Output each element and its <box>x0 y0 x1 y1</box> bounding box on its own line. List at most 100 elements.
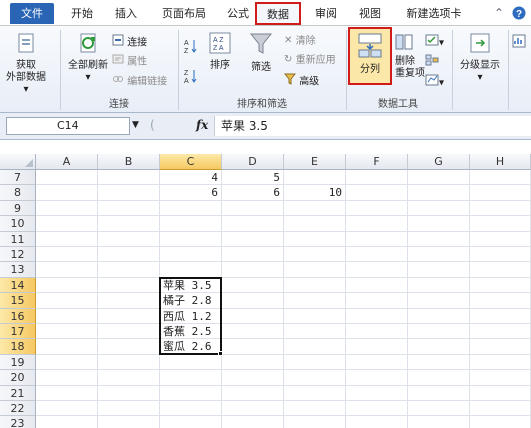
cell-a19[interactable] <box>36 354 98 371</box>
cell-d8[interactable]: 6 <box>222 185 284 201</box>
cell-b21[interactable] <box>98 385 160 401</box>
worksheet[interactable]: ABCDEFGH 7 4 5 8 6 6 10 9 10 11 12 13 14 苹果 3.5 15 橘子 2… <box>0 140 531 428</box>
cell-b10[interactable] <box>98 216 160 232</box>
cell-e20[interactable] <box>284 370 346 386</box>
data-validation-button[interactable]: ▾ <box>425 34 444 49</box>
cell-a10[interactable] <box>36 216 98 232</box>
cell-e11[interactable] <box>284 231 346 247</box>
select-all-corner[interactable] <box>0 154 36 170</box>
cell-c16[interactable]: 西瓜 1.2 <box>160 308 222 324</box>
cell-e13[interactable] <box>284 262 346 278</box>
cell-e10[interactable] <box>284 216 346 232</box>
properties-button[interactable]: 属性 <box>112 53 147 68</box>
cell-f13[interactable] <box>346 262 408 278</box>
cell-a8[interactable] <box>36 185 98 201</box>
cell-f10[interactable] <box>346 216 408 232</box>
cell-h15[interactable] <box>470 293 531 309</box>
cell-a9[interactable] <box>36 200 98 217</box>
cell-h11[interactable] <box>470 231 531 247</box>
cell-a16[interactable] <box>36 308 98 324</box>
cell-b11[interactable] <box>98 231 160 247</box>
cell-f8[interactable] <box>346 185 408 201</box>
cell-c17[interactable]: 香蕉 2.5 <box>160 324 222 340</box>
cell-g14[interactable] <box>408 277 470 294</box>
cell-h16[interactable] <box>470 308 531 324</box>
cell-d10[interactable] <box>222 216 284 232</box>
tab-new-tab[interactable]: 新建选项卡 <box>398 3 470 24</box>
row-header[interactable]: 16 <box>0 308 36 324</box>
cell-d16[interactable] <box>222 308 284 324</box>
cell-c23[interactable] <box>160 416 222 428</box>
cell-h20[interactable] <box>470 370 531 386</box>
cell-g20[interactable] <box>408 370 470 386</box>
sort-descending-button[interactable]: ZA <box>184 68 198 85</box>
refresh-all-button[interactable]: 全部刷新 ▾ <box>66 32 110 84</box>
cell-e16[interactable] <box>284 308 346 324</box>
cell-h17[interactable] <box>470 324 531 340</box>
help-icon[interactable]: ? <box>512 6 526 23</box>
cell-f17[interactable] <box>346 324 408 340</box>
consolidate-button[interactable] <box>425 54 439 68</box>
column-header-a[interactable]: A <box>36 154 98 170</box>
cell-b20[interactable] <box>98 370 160 386</box>
column-header-f[interactable]: F <box>346 154 408 170</box>
cell-f11[interactable] <box>346 231 408 247</box>
cell-a21[interactable] <box>36 385 98 401</box>
minimize-ribbon-icon[interactable]: ⌃ <box>494 6 504 20</box>
cell-e19[interactable] <box>284 354 346 371</box>
insert-function-button[interactable]: fx <box>196 118 208 132</box>
column-header-g[interactable]: G <box>408 154 470 170</box>
clear-filter-button[interactable]: ✕ 清除 <box>284 34 316 48</box>
cell-a12[interactable] <box>36 247 98 263</box>
cell-b9[interactable] <box>98 200 160 217</box>
cell-c8[interactable]: 6 <box>160 185 222 201</box>
tab-insert[interactable]: 插入 <box>108 3 144 24</box>
cell-h18[interactable] <box>470 339 531 355</box>
filter-button[interactable]: 筛选 <box>244 32 278 74</box>
cell-d11[interactable] <box>222 231 284 247</box>
cell-g11[interactable] <box>408 231 470 247</box>
cell-f19[interactable] <box>346 354 408 371</box>
cell-g15[interactable] <box>408 293 470 309</box>
cell-c7[interactable]: 4 <box>160 170 222 186</box>
cell-g13[interactable] <box>408 262 470 278</box>
cell-h13[interactable] <box>470 262 531 278</box>
cell-e17[interactable] <box>284 324 346 340</box>
advanced-filter-button[interactable]: 高级 <box>283 73 319 88</box>
cell-g10[interactable] <box>408 216 470 232</box>
sort-ascending-button[interactable]: AZ <box>184 38 198 55</box>
cell-h12[interactable] <box>470 247 531 263</box>
column-header-d[interactable]: D <box>222 154 284 170</box>
cell-e7[interactable] <box>284 170 346 186</box>
row-header[interactable]: 22 <box>0 401 36 417</box>
cell-b18[interactable] <box>98 339 160 355</box>
cell-h10[interactable] <box>470 216 531 232</box>
row-header[interactable]: 17 <box>0 324 36 340</box>
cell-a7[interactable] <box>36 170 98 186</box>
tab-home[interactable]: 开始 <box>64 3 100 24</box>
name-box-dropdown-icon[interactable]: ▼ <box>132 120 139 130</box>
tab-formulas[interactable]: 公式 <box>220 3 256 24</box>
cell-b14[interactable] <box>98 277 160 294</box>
row-header[interactable]: 20 <box>0 370 36 386</box>
cell-d17[interactable] <box>222 324 284 340</box>
cell-c20[interactable] <box>160 370 222 386</box>
row-header[interactable]: 9 <box>0 200 36 217</box>
remove-duplicates-button[interactable] <box>395 34 413 50</box>
row-header[interactable]: 14 <box>0 277 36 294</box>
cell-d14[interactable] <box>222 277 284 294</box>
cell-d20[interactable] <box>222 370 284 386</box>
cell-f15[interactable] <box>346 293 408 309</box>
cell-a23[interactable] <box>36 416 98 428</box>
cell-f20[interactable] <box>346 370 408 386</box>
cell-f7[interactable] <box>346 170 408 186</box>
cell-e9[interactable] <box>284 200 346 217</box>
tab-data[interactable]: 数据 <box>255 2 301 25</box>
cell-f9[interactable] <box>346 200 408 217</box>
cell-f21[interactable] <box>346 385 408 401</box>
cell-h7[interactable] <box>470 170 531 186</box>
cell-d23[interactable] <box>222 416 284 428</box>
cell-g17[interactable] <box>408 324 470 340</box>
column-header-e[interactable]: E <box>284 154 346 170</box>
row-header[interactable]: 21 <box>0 385 36 401</box>
